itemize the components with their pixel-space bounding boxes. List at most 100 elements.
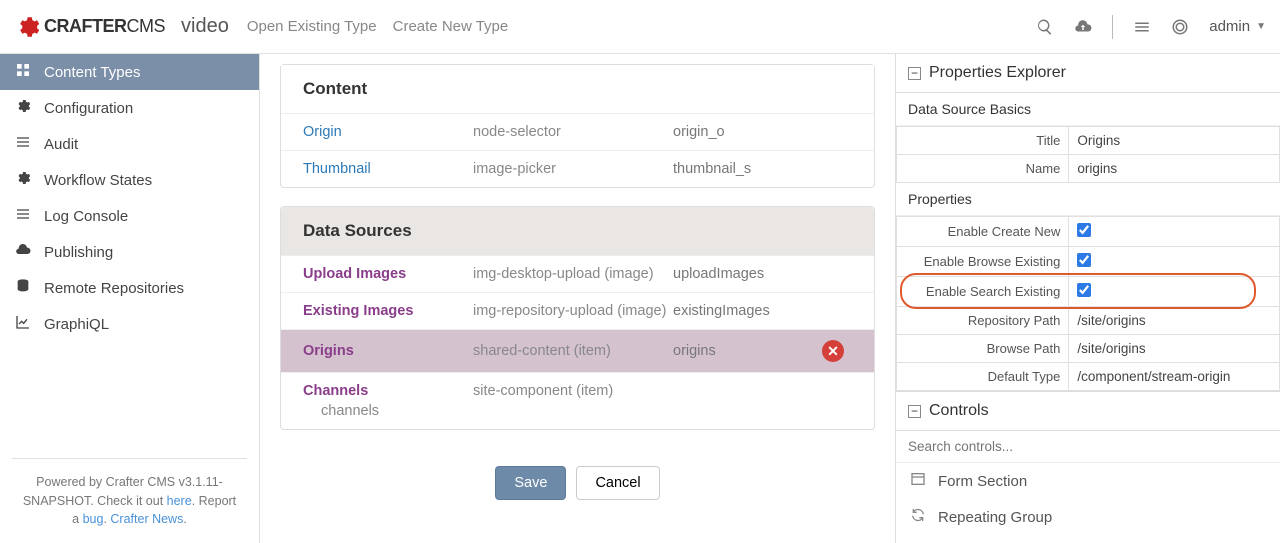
sidebar-footer: Powered by Crafter CMS v3.1.11-SNAPSHOT.… [12,458,247,543]
menu-icon[interactable] [1133,18,1151,36]
basic-row: Nameorigins [897,155,1280,183]
ds-type: img-repository-upload (image) [473,303,673,319]
property-row: Enable Create New [897,217,1280,247]
cloud-upload-icon[interactable] [1074,18,1092,36]
ds-var: uploadImages [673,266,822,282]
property-label: Repository Path [897,307,1069,335]
field-var: origin_o [673,124,822,140]
controls-header[interactable]: − Controls [896,392,1280,431]
ds-name: Upload Images [303,266,473,282]
ds-name: Origins [303,343,473,359]
cloud-icon [14,242,32,262]
basic-value[interactable]: origins [1069,155,1280,183]
field-type: node-selector [473,124,673,140]
footer-here-link[interactable]: here [167,494,192,508]
ds-sub: channels [321,403,852,419]
data-sources-panel: Data Sources Upload Imagesimg-desktop-up… [280,206,875,430]
datasource-row[interactable]: Existing Imagesimg-repository-upload (im… [281,292,874,329]
field-var: thumbnail_s [673,161,822,177]
control-item-repeating-group[interactable]: Repeating Group [896,499,1280,535]
db-icon [14,278,32,298]
property-checkbox[interactable] [1077,223,1091,237]
list-icon [14,206,32,226]
user-menu[interactable]: admin▼ [1209,18,1266,35]
separator [1112,15,1113,39]
gear-icon [14,14,40,40]
section-icon [910,471,928,491]
basic-label: Name [897,155,1069,183]
property-row: Repository Path/site/origins [897,307,1280,335]
brand-logo[interactable]: CRAFTERCMS [14,14,165,40]
property-row: Enable Search Existing [897,277,1280,307]
property-row: Browse Path/site/origins [897,335,1280,363]
control-item-input[interactable]: Input [896,535,1280,543]
gear-icon [14,98,32,118]
sidebar-item-graphiql[interactable]: GraphiQL [0,306,259,342]
delete-button[interactable]: ✕ [822,340,844,362]
sidebar-item-workflow-states[interactable]: Workflow States [0,162,259,198]
property-label: Browse Path [897,335,1069,363]
sidebar-item-configuration[interactable]: Configuration [0,90,259,126]
ds-type: img-desktop-upload (image) [473,266,673,282]
create-new-type-link[interactable]: Create New Type [393,18,509,35]
ds-var: existingImages [673,303,822,319]
sidebar-item-log-console[interactable]: Log Console [0,198,259,234]
chart-icon [14,314,32,334]
sidebar-item-remote-repositories[interactable]: Remote Repositories [0,270,259,306]
property-row: Default Type/component/stream-origin [897,363,1280,391]
sidebar-item-publishing[interactable]: Publishing [0,234,259,270]
property-value[interactable]: /component/stream-origin [1077,369,1230,384]
property-value[interactable]: /site/origins [1077,341,1145,356]
search-icon[interactable] [1036,18,1054,36]
content-field-row[interactable]: Thumbnailimage-pickerthumbnail_s [281,150,874,187]
save-button[interactable]: Save [495,466,566,500]
collapse-icon: − [908,405,921,418]
property-label: Enable Search Existing [897,277,1069,307]
property-value[interactable]: /site/origins [1077,313,1145,328]
data-sources-panel-title: Data Sources [281,207,874,255]
properties-explorer-header[interactable]: − Properties Explorer [896,54,1280,93]
property-checkbox[interactable] [1077,253,1091,267]
list-icon [14,134,32,154]
ds-name: Channels [303,383,473,399]
property-label: Default Type [897,363,1069,391]
field-name: Origin [303,124,473,140]
basic-value[interactable]: Origins [1069,127,1280,155]
properties-table: Enable Create NewEnable Browse ExistingE… [896,216,1280,391]
basics-table: TitleOriginsNameorigins [896,126,1280,183]
sidebar: Content TypesConfigurationAuditWorkflow … [0,54,260,543]
basic-label: Title [897,127,1069,155]
property-checkbox[interactable] [1077,283,1091,297]
sidebar-item-content-types[interactable]: Content Types [0,54,259,90]
grid4-icon [14,62,32,82]
control-item-form-section[interactable]: Form Section [896,463,1280,499]
brand-text-a: CRAFTER [44,16,127,36]
gear-icon [14,170,32,190]
property-label: Enable Create New [897,217,1069,247]
repeat-icon [910,507,928,527]
ds-var: origins [673,343,822,359]
data-source-basics-header: Data Source Basics [896,93,1280,126]
search-controls-input[interactable] [896,431,1280,463]
brand-text-b: CMS [127,16,166,36]
cancel-button[interactable]: Cancel [576,466,659,500]
footer-news-link[interactable]: Crafter News [110,512,183,526]
ds-type: shared-content (item) [473,343,673,359]
field-type: image-picker [473,161,673,177]
datasource-row[interactable]: Originsshared-content (item)origins✕ [281,329,874,372]
sidebar-item-audit[interactable]: Audit [0,126,259,162]
properties-header: Properties [896,183,1280,216]
property-row: Enable Browse Existing [897,247,1280,277]
help-icon[interactable] [1171,18,1189,36]
context-name: video [181,15,229,38]
footer-bug-link[interactable]: bug [83,512,104,526]
open-existing-type-link[interactable]: Open Existing Type [247,18,377,35]
basic-row: TitleOrigins [897,127,1280,155]
content-field-row[interactable]: Originnode-selectororigin_o [281,113,874,150]
datasource-row[interactable]: Upload Imagesimg-desktop-upload (image)u… [281,255,874,292]
datasource-row[interactable]: Channelssite-component (item)channels [281,372,874,429]
chevron-down-icon: ▼ [1256,21,1266,32]
content-panel-title: Content [281,65,874,113]
ds-name: Existing Images [303,303,473,319]
field-name: Thumbnail [303,161,473,177]
